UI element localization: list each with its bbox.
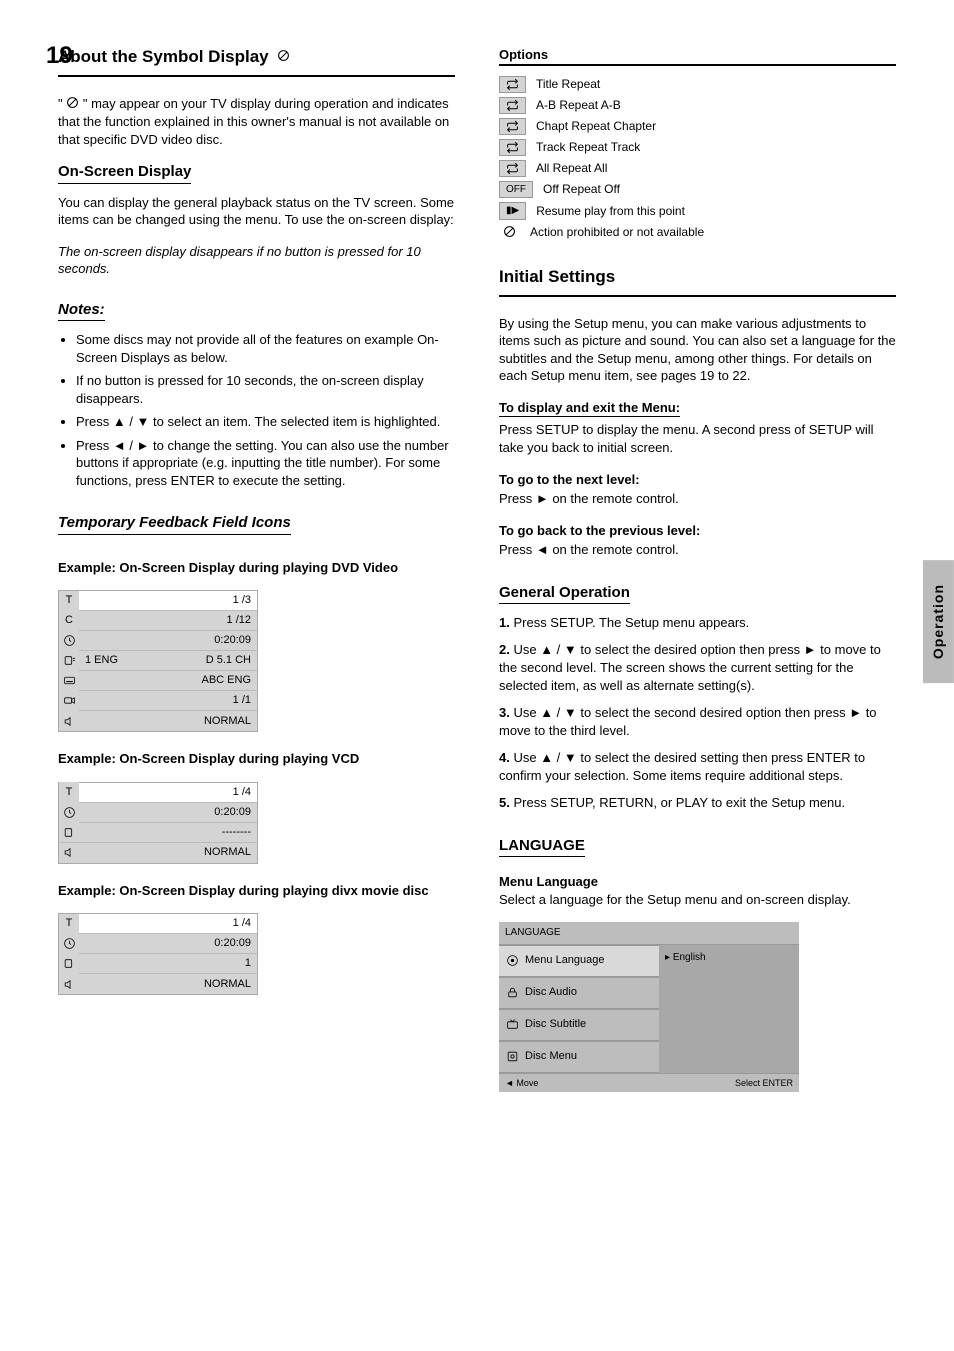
- setup-footer-move: ◄ Move: [505, 1077, 538, 1089]
- notes-list: Some discs may not provide all of the fe…: [58, 331, 455, 489]
- speaker-icon: [59, 843, 79, 863]
- title-icon: T: [59, 914, 79, 934]
- note-item: Some discs may not provide all of the fe…: [76, 331, 455, 366]
- osd-row: NORMAL: [59, 843, 257, 863]
- osd-dvd-box: T1 /3 C1 /12 0:20:09 1 ENGD 5.1 CH ABC E…: [58, 590, 258, 732]
- osd-row: C1 /12: [59, 611, 257, 631]
- chevron-right-icon: ▸: [665, 952, 670, 963]
- clock-icon: [59, 631, 79, 651]
- setup-item-disc-menu[interactable]: Disc Menu: [499, 1041, 659, 1073]
- osd-row: 1 ENGD 5.1 CH: [59, 651, 257, 671]
- osd-row: 1: [59, 954, 257, 974]
- options-list: Title Repeat A-B Repeat A-B Chapt Repeat…: [499, 76, 896, 240]
- display-exit-heading: To display and exit the Menu:: [499, 399, 680, 418]
- osd-row: 1 /1: [59, 691, 257, 711]
- left-column: About the Symbol Display " " may appear …: [58, 40, 455, 1092]
- osd-row: 0:20:09: [59, 934, 257, 954]
- prohibit-icon: [66, 96, 79, 114]
- right-column: Options Title Repeat A-B Repeat A-B Chap…: [499, 40, 896, 1092]
- osd-row: T1 /4: [59, 783, 257, 803]
- speaker-icon: [59, 711, 79, 731]
- speaker-icon: [59, 974, 79, 994]
- audio-icon: [59, 822, 79, 842]
- display-icon: [499, 1050, 525, 1063]
- audio-icon: [59, 954, 79, 974]
- setup-item-disc-subtitle[interactable]: Disc Subtitle: [499, 1009, 659, 1041]
- resume-icon: ▮▶: [499, 202, 526, 220]
- prev-level-heading: To go back to the previous level:: [499, 522, 896, 540]
- setup-footer-select: Select ENTER: [735, 1077, 793, 1089]
- step: 3. Use ▲ / ▼ to select the second desire…: [499, 704, 896, 739]
- note-item: Press ▲ / ▼ to select an item. The selec…: [76, 413, 455, 431]
- osd-row: --------: [59, 823, 257, 843]
- divx-example-title: Example: On-Screen Display during playin…: [58, 883, 429, 898]
- next-level-heading: To go to the next level:: [499, 471, 896, 489]
- display-exit-para: Press SETUP to display the menu. A secon…: [499, 421, 896, 456]
- subtitle-icon: [59, 671, 79, 691]
- osd-row: 0:20:09: [59, 631, 257, 651]
- setup-value: English: [673, 952, 706, 963]
- dvd-example-title: Example: On-Screen Display during playin…: [58, 560, 398, 575]
- heading-about: About the Symbol Display: [58, 47, 269, 66]
- symbol-display-heading: About the Symbol Display: [58, 46, 455, 69]
- step: 4. Use ▲ / ▼ to select the desired setti…: [499, 749, 896, 784]
- note-item: Press ◄ / ► to change the setting. You c…: [76, 437, 455, 490]
- initial-settings-heading: Initial Settings: [499, 266, 896, 289]
- prev-level-para: Press ◄ on the remote control.: [499, 541, 896, 559]
- osd-row: ABC ENG: [59, 671, 257, 691]
- language-heading: LANGUAGE: [499, 836, 585, 857]
- repeat-icon: [499, 139, 526, 156]
- osd-timeout: The on-screen display disappears if no b…: [58, 243, 455, 278]
- osd-row: NORMAL: [59, 711, 257, 731]
- title-icon: T: [59, 591, 79, 611]
- language-icon: [499, 954, 525, 967]
- notes-heading: Notes:: [58, 300, 105, 321]
- tv-icon: [499, 1018, 525, 1031]
- options-header: Options: [499, 46, 896, 64]
- osd-para: You can display the general playback sta…: [58, 194, 455, 229]
- osd-row: 0:20:09: [59, 803, 257, 823]
- title-icon: T: [59, 782, 79, 802]
- setup-item-disc-audio[interactable]: Disc Audio: [499, 977, 659, 1009]
- next-level-para: Press ► on the remote control.: [499, 490, 896, 508]
- audio-icon: [59, 651, 79, 671]
- osd-row: T1 /3: [59, 591, 257, 611]
- osd-row: T1 /4: [59, 914, 257, 934]
- prohibit-icon: [499, 224, 520, 239]
- step: 5. Press SETUP, RETURN, or PLAY to exit …: [499, 794, 896, 812]
- general-operation-heading: General Operation: [499, 583, 630, 604]
- repeat-icon: [499, 118, 526, 135]
- page-number: 19: [46, 40, 73, 72]
- initial-settings-para: By using the Setup menu, you can make va…: [499, 315, 896, 385]
- prohibit-icon: [277, 46, 290, 69]
- vcd-example-title: Example: On-Screen Display during playin…: [58, 751, 359, 766]
- setup-menu-box: LANGUAGE Menu Language Disc Audio Disc S…: [499, 922, 799, 1092]
- osd-divx-box: T1 /4 0:20:09 1 NORMAL: [58, 913, 258, 995]
- symbol-display-para: " " may appear on your TV display during…: [58, 95, 455, 148]
- repeat-off-icon: OFF: [499, 181, 533, 199]
- osd-row: NORMAL: [59, 974, 257, 994]
- repeat-icon: [499, 160, 526, 177]
- lock-icon: [499, 986, 525, 999]
- repeat-icon: [499, 97, 526, 114]
- repeat-icon: [499, 76, 526, 93]
- feedback-icons-heading: Temporary Feedback Field Icons: [58, 513, 291, 534]
- step: 1. Press SETUP. The Setup menu appears.: [499, 614, 896, 632]
- chapter-icon: C: [59, 611, 79, 631]
- angle-icon: [59, 691, 79, 711]
- clock-icon: [59, 802, 79, 822]
- side-tab-operation: Operation: [923, 560, 954, 683]
- setup-item-menu-language[interactable]: Menu Language: [499, 945, 659, 977]
- menu-language-para: Select a language for the Setup menu and…: [499, 891, 896, 909]
- osd-vcd-box: T1 /4 0:20:09 -------- NORMAL: [58, 782, 258, 864]
- step: 2. Use ▲ / ▼ to select the desired optio…: [499, 641, 896, 694]
- clock-icon: [59, 934, 79, 954]
- note-item: If no button is pressed for 10 seconds, …: [76, 372, 455, 407]
- setup-title: LANGUAGE: [505, 926, 561, 940]
- osd-heading: On-Screen Display: [58, 162, 191, 183]
- menu-language-heading: Menu Language: [499, 873, 896, 891]
